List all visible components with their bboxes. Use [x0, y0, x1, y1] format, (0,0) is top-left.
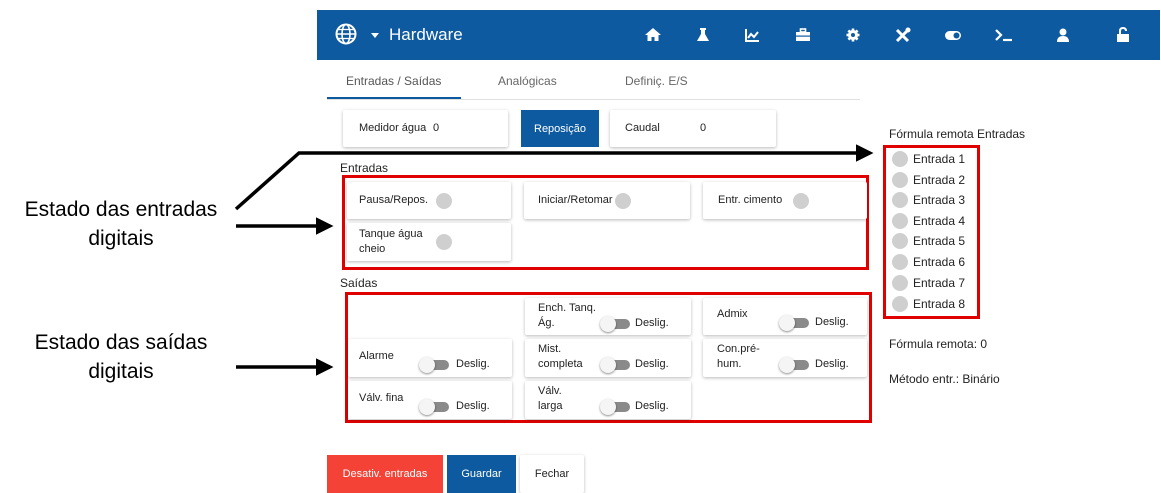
output-state: Deslig. — [815, 358, 849, 370]
input-card-start: Iniciar/Retomar — [524, 182, 690, 219]
output-toggle[interactable] — [779, 357, 809, 373]
input-method-value: Método entr.: Binário — [889, 372, 1000, 386]
callout-inputs-line1: Estado das entradas — [24, 198, 218, 221]
app-header: Hardware — [317, 10, 1160, 60]
remote-entry-label: Entrada 6 — [913, 255, 966, 269]
tab-io-definitions[interactable]: Definiç. E/S — [625, 74, 688, 88]
output-toggle[interactable] — [600, 316, 630, 332]
remote-entry-indicator — [892, 151, 908, 167]
remote-entry-label: Entrada 4 — [913, 214, 966, 228]
page-title: Hardware — [389, 25, 463, 44]
remote-entry-label: Entrada 2 — [913, 173, 966, 187]
toolbox-icon[interactable] — [793, 25, 813, 45]
output-card-large-valve: Válv. larga Deslig. — [525, 381, 691, 419]
water-meter-card: Medidor água 0 — [343, 110, 508, 147]
chevron-down-icon[interactable] — [371, 33, 379, 38]
chart-icon[interactable] — [742, 25, 762, 45]
water-meter-label: Medidor água — [359, 122, 427, 134]
output-toggle[interactable] — [419, 399, 449, 415]
tab-analog[interactable]: Analógicas — [498, 74, 557, 88]
output-label: Alarme — [359, 350, 394, 362]
home-icon[interactable] — [643, 25, 663, 45]
remote-entry-label: Entrada 5 — [913, 234, 966, 248]
remote-entry-indicator — [892, 275, 908, 291]
tools-icon[interactable] — [893, 25, 913, 45]
remote-entry-indicator — [892, 296, 908, 312]
remote-formula-value: Fórmula remota: 0 — [889, 337, 988, 351]
callout-outputs-line1: Estado das saídas — [34, 331, 208, 354]
output-toggle[interactable] — [600, 357, 630, 373]
remote-entry-indicator — [892, 213, 908, 229]
output-label: Mist. completa — [538, 343, 583, 370]
input-status-indicator — [615, 193, 631, 209]
output-card-mix-complete: Mist. completa Deslig. — [525, 339, 691, 377]
output-state: Deslig. — [635, 400, 669, 412]
flow-value: 0 — [700, 122, 707, 134]
input-card-water-tank: Tanque água cheio — [347, 223, 511, 261]
output-card-prehumidification: Con.pré-hum. Deslig. — [703, 339, 867, 377]
input-label: Entr. cimento — [718, 194, 783, 206]
tabs-divider — [327, 99, 860, 100]
input-label: Pausa/Repos. — [359, 194, 429, 206]
remote-entry-label: Entrada 3 — [913, 193, 966, 207]
output-label: Válv. larga — [538, 385, 563, 412]
input-status-indicator — [436, 193, 452, 209]
output-label: Válv. fina — [359, 392, 404, 404]
output-toggle[interactable] — [779, 315, 809, 331]
outputs-section-title: Saídas — [340, 276, 378, 290]
output-state: Deslig. — [456, 358, 490, 370]
remote-inputs-highlight-box — [883, 145, 980, 319]
input-card-cement: Entr. cimento — [703, 182, 867, 219]
inputs-section-title: Entradas — [340, 161, 389, 175]
input-status-indicator — [436, 234, 452, 250]
output-card-fill-tank: Ench. Tanq. Ág. Deslig. — [525, 298, 691, 335]
output-label: Admix — [717, 308, 748, 320]
terminal-icon[interactable] — [993, 25, 1013, 45]
flow-card: Caudal 0 — [610, 110, 776, 147]
output-state: Deslig. — [815, 316, 849, 328]
callout-inputs: Estado das entradas digitais — [5, 195, 237, 253]
output-label: Con.pré-hum. — [717, 343, 760, 370]
input-label: Iniciar/Retomar — [538, 194, 613, 206]
reset-button[interactable]: Reposição — [521, 110, 599, 147]
tab-inputs-outputs[interactable]: Entradas / Saídas — [346, 74, 441, 88]
flow-label: Caudal — [625, 122, 660, 134]
disable-inputs-button[interactable]: Desativ. entradas — [327, 455, 443, 493]
remote-entry-label: Entrada 8 — [913, 297, 966, 311]
output-toggle[interactable] — [600, 399, 630, 415]
output-state: Deslig. — [635, 317, 669, 329]
output-card-fine-valve: Válv. fina Deslig. — [348, 381, 512, 419]
output-state: Deslig. — [635, 358, 669, 370]
unlock-icon[interactable] — [1113, 25, 1133, 45]
active-tab-indicator — [327, 97, 461, 99]
close-button[interactable]: Fechar — [520, 455, 584, 493]
output-toggle[interactable] — [419, 357, 449, 373]
remote-entry-indicator — [892, 233, 908, 249]
input-label: Tanque água cheio — [359, 228, 423, 255]
remote-entry-label: Entrada 1 — [913, 152, 966, 166]
user-icon[interactable] — [1053, 25, 1073, 45]
input-status-indicator — [793, 193, 809, 209]
output-state: Deslig. — [456, 400, 490, 412]
flask-icon[interactable] — [693, 25, 713, 45]
remote-entry-indicator — [892, 254, 908, 270]
toggle-icon[interactable] — [943, 25, 963, 45]
save-button[interactable]: Guardar — [447, 455, 516, 493]
callout-inputs-line2: digitais — [88, 227, 154, 250]
callout-outputs: Estado das saídas digitais — [5, 328, 237, 386]
remote-entry-indicator — [892, 192, 908, 208]
remote-entry-label: Entrada 7 — [913, 276, 966, 290]
output-card-admix: Admix Deslig. — [703, 298, 867, 335]
water-meter-value: 0 — [433, 122, 440, 134]
input-card-pause: Pausa/Repos. — [347, 182, 511, 219]
callout-outputs-line2: digitais — [88, 360, 154, 383]
output-card-alarm: Alarme Deslig. — [348, 339, 512, 377]
output-label: Ench. Tanq. Ág. — [538, 302, 596, 329]
globe-icon[interactable] — [335, 23, 357, 50]
gear-icon[interactable] — [843, 25, 863, 45]
remote-entry-indicator — [892, 172, 908, 188]
remote-inputs-title: Fórmula remota Entradas — [889, 127, 1026, 141]
